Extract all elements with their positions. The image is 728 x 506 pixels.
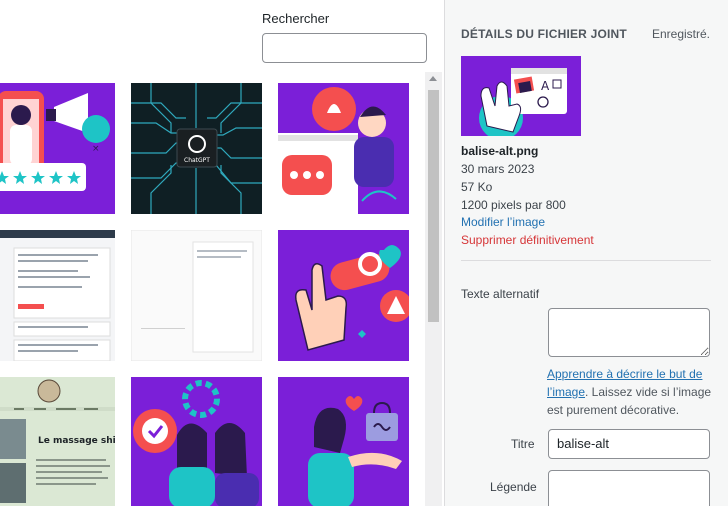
media-thumbnail-chatgpt[interactable]: ChatGPT (131, 83, 262, 214)
alt-text-help: Apprendre à décrire le but de l’image. L… (547, 365, 719, 419)
scroll-up-arrow-icon[interactable] (429, 76, 437, 81)
section-divider (461, 260, 711, 261)
upload-date: 30 mars 2023 (461, 162, 535, 176)
attachment-details-sidebar: DÉTAILS DU FICHIER JOINT Enregistré. A b… (444, 0, 728, 506)
search-input[interactable] (262, 33, 427, 63)
media-thumbnail-hand-shapes[interactable] (278, 230, 409, 361)
media-thumbnail-shiatsu[interactable]: Le massage shiatsu (0, 377, 115, 506)
shiatsu-page-image: Le massage shiatsu (0, 377, 115, 506)
alt-text-field[interactable] (548, 308, 710, 357)
chatgpt-label: ChatGPT (184, 157, 210, 164)
shopping-image (278, 377, 409, 506)
marketing-reviews-image: × (0, 83, 115, 214)
chatgpt-circuit-image: ChatGPT (131, 83, 262, 214)
search-label: Rechercher (262, 11, 330, 26)
media-thumbnail-notifications[interactable] (278, 83, 409, 214)
alt-tag-preview-image: A (461, 56, 581, 140)
file-name: balise-alt.png (461, 144, 539, 158)
web-page-screenshot-image (0, 230, 115, 361)
shiatsu-title: Le massage shiatsu (38, 436, 115, 446)
notifications-image (278, 83, 409, 214)
grid-scrollbar-thumb[interactable] (428, 90, 439, 322)
attachment-preview: A (461, 56, 581, 140)
delete-permanently-link[interactable]: Supprimer définitivement (461, 233, 594, 247)
media-thumbnail-teamwork[interactable] (131, 377, 262, 506)
media-thumbnail-screenshot-2[interactable] (131, 230, 262, 361)
caption-label: Légende (490, 480, 537, 494)
media-thumbnail-shopping[interactable] (278, 377, 409, 506)
media-library-grid: Rechercher × ChatGPT Le massage shi (0, 0, 444, 506)
saved-status: Enregistré. (651, 27, 710, 41)
caption-field[interactable] (548, 470, 710, 506)
svg-text:×: × (92, 144, 100, 154)
file-size: 57 Ko (461, 180, 493, 194)
media-thumbnail-marketing-reviews[interactable]: × (0, 83, 115, 214)
title-label: Titre (511, 437, 535, 451)
edit-image-link[interactable]: Modifier l’image (461, 215, 545, 229)
attachment-details-heading: DÉTAILS DU FICHIER JOINT (461, 27, 627, 41)
teamwork-image (131, 377, 262, 506)
title-field[interactable]: balise-alt (548, 429, 710, 459)
alt-text-label: Texte alternatif (461, 287, 540, 301)
web-page-screenshot-image (131, 230, 262, 361)
image-dimensions: 1200 pixels par 800 (461, 198, 566, 212)
media-modal: Rechercher × ChatGPT Le massage shi DÉTA… (0, 0, 728, 506)
svg-text:A: A (541, 79, 550, 93)
hand-shapes-image (278, 230, 409, 361)
media-thumbnail-screenshot-1[interactable] (0, 230, 115, 361)
